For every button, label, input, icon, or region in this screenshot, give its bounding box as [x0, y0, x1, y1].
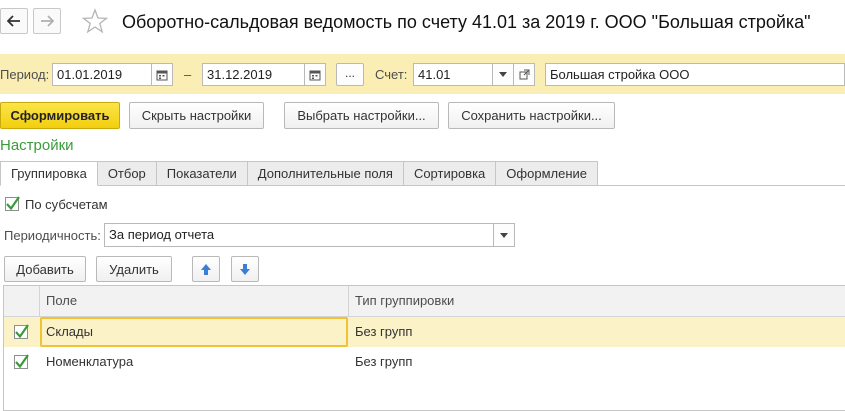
date-to-calendar-button[interactable]: [304, 63, 326, 86]
tab-indicators[interactable]: Показатели: [156, 161, 248, 186]
row-type-cell[interactable]: Без групп: [355, 347, 412, 377]
date-from-field[interactable]: 01.01.2019: [52, 63, 152, 86]
by-subaccounts-checkbox[interactable]: [5, 196, 20, 211]
chevron-down-icon: [499, 72, 507, 77]
chevron-down-icon: [500, 232, 508, 238]
calendar-icon: [156, 70, 168, 80]
back-button[interactable]: [0, 8, 28, 34]
account-field[interactable]: 41.01: [413, 63, 493, 86]
column-header-group-type[interactable]: Тип группировки: [355, 286, 454, 316]
account-dropdown-button[interactable]: [492, 63, 514, 86]
column-separator: [348, 286, 349, 316]
page-title: Оборотно-сальдовая ведомость по счету 41…: [122, 12, 811, 32]
tab-grouping[interactable]: Группировка: [0, 161, 98, 186]
by-subaccounts-label: По субсчетам: [25, 197, 108, 212]
delete-button[interactable]: Удалить: [96, 256, 172, 282]
row-type-cell[interactable]: Без групп: [355, 317, 412, 347]
periodicity-field[interactable]: За период отчета: [104, 223, 494, 247]
tab-design[interactable]: Оформление: [496, 161, 598, 186]
arrow-right-icon: [41, 15, 54, 27]
period-label: Период:: [0, 67, 50, 82]
checkmark-icon: [15, 324, 29, 339]
add-button[interactable]: Добавить: [4, 256, 86, 282]
row-field-cell[interactable]: Склады: [46, 317, 93, 347]
save-settings-button[interactable]: Сохранить настройки...: [448, 102, 615, 129]
grouping-table: Поле Тип группировки Склады Без групп Но…: [3, 285, 845, 411]
checkmark-icon: [6, 196, 20, 211]
date-to-field[interactable]: 31.12.2019: [202, 63, 305, 86]
tab-sorting[interactable]: Сортировка: [403, 161, 497, 186]
row-field-cell[interactable]: Номенклатура: [46, 347, 133, 377]
calendar-icon: [309, 70, 321, 80]
checkmark-icon: [15, 354, 29, 369]
hide-settings-button[interactable]: Скрыть настройки: [129, 102, 264, 129]
date-from-calendar-button[interactable]: [151, 63, 173, 86]
organization-field[interactable]: Большая стройка ООО: [545, 63, 845, 86]
periodicity-dropdown-button[interactable]: [493, 223, 515, 247]
row-checkbox[interactable]: [14, 324, 29, 339]
arrow-left-icon: [7, 15, 20, 27]
periodicity-label: Периодичность:: [4, 228, 101, 243]
account-label: Счет:: [375, 67, 408, 82]
column-separator: [39, 286, 40, 316]
settings-tabs: Группировка Отбор Показатели Дополнитель…: [0, 161, 598, 186]
table-row[interactable]: Склады Без групп: [4, 317, 845, 347]
period-select-button[interactable]: ...: [336, 63, 364, 86]
table-header: Поле Тип группировки: [4, 286, 845, 317]
star-icon[interactable]: [82, 8, 108, 34]
arrow-up-icon: [201, 263, 211, 275]
settings-title: Настройки: [0, 137, 74, 154]
tab-additional-fields[interactable]: Дополнительные поля: [247, 161, 404, 186]
account-open-button[interactable]: [513, 63, 535, 86]
tab-filter[interactable]: Отбор: [97, 161, 157, 186]
move-down-button[interactable]: [231, 256, 259, 282]
arrow-down-icon: [240, 263, 250, 275]
table-row[interactable]: Номенклатура Без групп: [4, 347, 845, 377]
forward-button[interactable]: [33, 8, 61, 34]
row-checkbox[interactable]: [14, 354, 29, 369]
period-dash: –: [184, 67, 192, 82]
tabs-divider: [575, 185, 845, 186]
choose-settings-button[interactable]: Выбрать настройки...: [284, 102, 439, 129]
open-form-icon: [519, 69, 529, 80]
move-up-button[interactable]: [192, 256, 220, 282]
column-header-field[interactable]: Поле: [46, 286, 77, 316]
generate-button[interactable]: Сформировать: [0, 102, 120, 129]
